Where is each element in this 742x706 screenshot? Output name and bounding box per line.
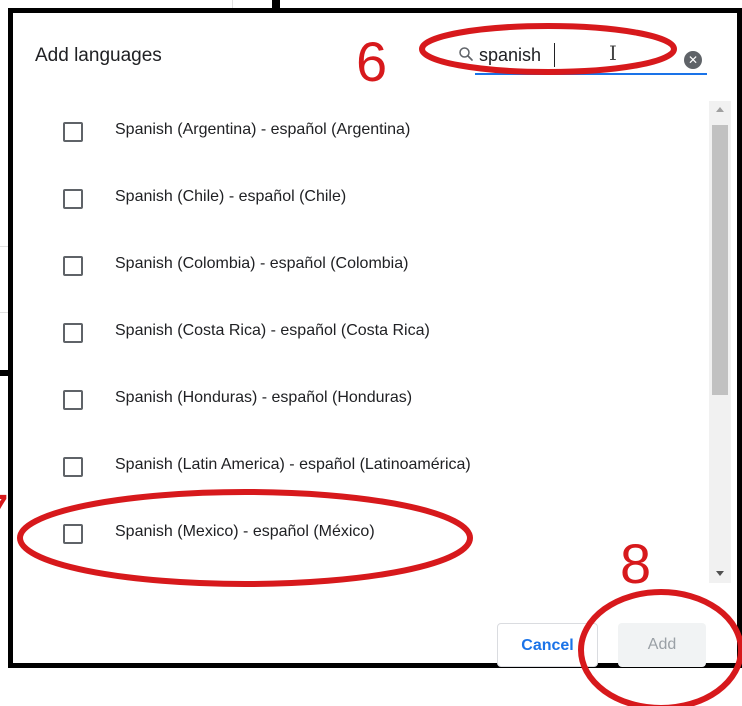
- language-label: Spanish (Mexico) - español (México): [115, 523, 375, 540]
- language-label: Spanish (Chile) - español (Chile): [115, 188, 347, 205]
- language-option[interactable]: Spanish (Latin America) - español (Latin…: [13, 447, 703, 487]
- language-option[interactable]: Spanish (Honduras) - español (Honduras): [13, 380, 703, 420]
- annotation-step-6: 6: [356, 30, 388, 93]
- scroll-down-arrow-icon[interactable]: [716, 571, 724, 576]
- checkbox[interactable]: [63, 323, 83, 343]
- annotation-step-7: 7: [0, 486, 9, 542]
- language-label: Spanish (Latin America) - español (Latin…: [115, 456, 471, 473]
- add-button[interactable]: Add: [618, 623, 706, 667]
- language-option-mexico[interactable]: Spanish (Mexico) - español (México): [13, 514, 703, 554]
- language-option[interactable]: Spanish (Argentina) - español (Argentina…: [13, 112, 703, 152]
- language-label: Spanish (Honduras) - español (Honduras): [115, 389, 413, 406]
- list-scrollbar[interactable]: [709, 101, 731, 583]
- checkbox[interactable]: [63, 189, 83, 209]
- language-label: Spanish (Costa Rica) - español (Costa Ri…: [115, 322, 430, 339]
- language-option[interactable]: Spanish (Costa Rica) - español (Costa Ri…: [13, 313, 703, 353]
- language-label: Spanish (Colombia) - español (Colombia): [115, 255, 409, 272]
- annotation-step-8: 8: [620, 532, 652, 595]
- language-option[interactable]: Spanish (Colombia) - español (Colombia): [13, 246, 703, 286]
- ibeam-cursor-icon: I: [609, 41, 617, 65]
- language-label: Spanish (Argentina) - español (Argentina…: [115, 121, 411, 138]
- text-caret: [554, 43, 555, 67]
- checkbox[interactable]: [63, 524, 83, 544]
- search-underline: [475, 73, 707, 75]
- scroll-thumb[interactable]: [712, 125, 728, 395]
- checkbox[interactable]: [63, 256, 83, 276]
- search-icon: [459, 47, 473, 61]
- search-input[interactable]: [479, 41, 707, 69]
- search-box: I: [449, 39, 711, 75]
- clear-search-icon[interactable]: ✕: [684, 51, 702, 69]
- dialog-title: Add languages: [35, 45, 162, 66]
- checkbox[interactable]: [63, 457, 83, 477]
- scroll-up-arrow-icon[interactable]: [716, 107, 724, 112]
- language-list: Spanish (Argentina) - español (Argentina…: [13, 93, 713, 593]
- language-option[interactable]: Spanish (Chile) - español (Chile): [13, 179, 703, 219]
- checkbox[interactable]: [63, 122, 83, 142]
- checkbox[interactable]: [63, 390, 83, 410]
- cancel-button[interactable]: Cancel: [497, 623, 598, 667]
